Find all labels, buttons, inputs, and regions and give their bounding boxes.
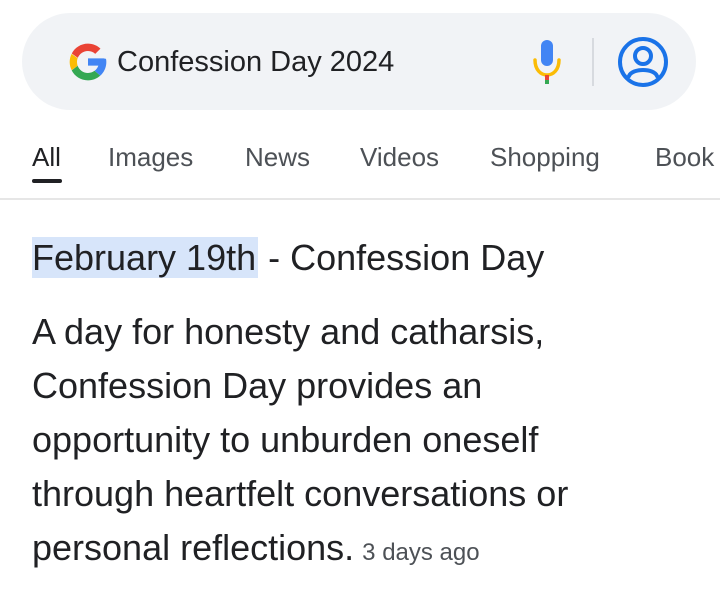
- search-input[interactable]: Confession Day 2024: [117, 44, 394, 80]
- snippet-line: through heartfelt conversations or: [32, 473, 569, 514]
- result-timestamp: 3 days ago: [362, 539, 480, 566]
- tab-books[interactable]: Book: [655, 142, 714, 172]
- google-g-icon: [69, 43, 107, 81]
- account-circle-icon[interactable]: [617, 36, 669, 88]
- heading-title: - Confession Day: [258, 237, 545, 278]
- snippet-line-text: personal reflections.: [32, 527, 355, 568]
- result-heading[interactable]: February 19th - Confession Day: [32, 234, 544, 282]
- result-snippet: A day for honesty and catharsis, Confess…: [32, 305, 692, 580]
- snippet-line-last: personal reflections. 3 days ago: [32, 521, 692, 580]
- snippet-line: Confession Day provides an: [32, 365, 483, 406]
- tab-shopping[interactable]: Shopping: [490, 142, 600, 172]
- tab-images[interactable]: Images: [108, 142, 193, 172]
- tab-all[interactable]: All: [32, 142, 61, 172]
- snippet-line: A day for honesty and catharsis,: [32, 311, 545, 352]
- search-bar-divider: [592, 38, 594, 86]
- active-tab-indicator: [32, 179, 62, 183]
- snippet-line: opportunity to unburden oneself: [32, 419, 539, 460]
- tabs-divider: [0, 198, 720, 200]
- highlighted-date: February 19th: [32, 237, 259, 278]
- search-bar[interactable]: Confession Day 2024: [22, 13, 696, 110]
- tab-news[interactable]: News: [245, 142, 310, 172]
- microphone-icon[interactable]: [532, 38, 562, 86]
- tab-videos[interactable]: Videos: [360, 142, 439, 172]
- search-tabs: All Images News Videos Shopping Book: [0, 128, 720, 200]
